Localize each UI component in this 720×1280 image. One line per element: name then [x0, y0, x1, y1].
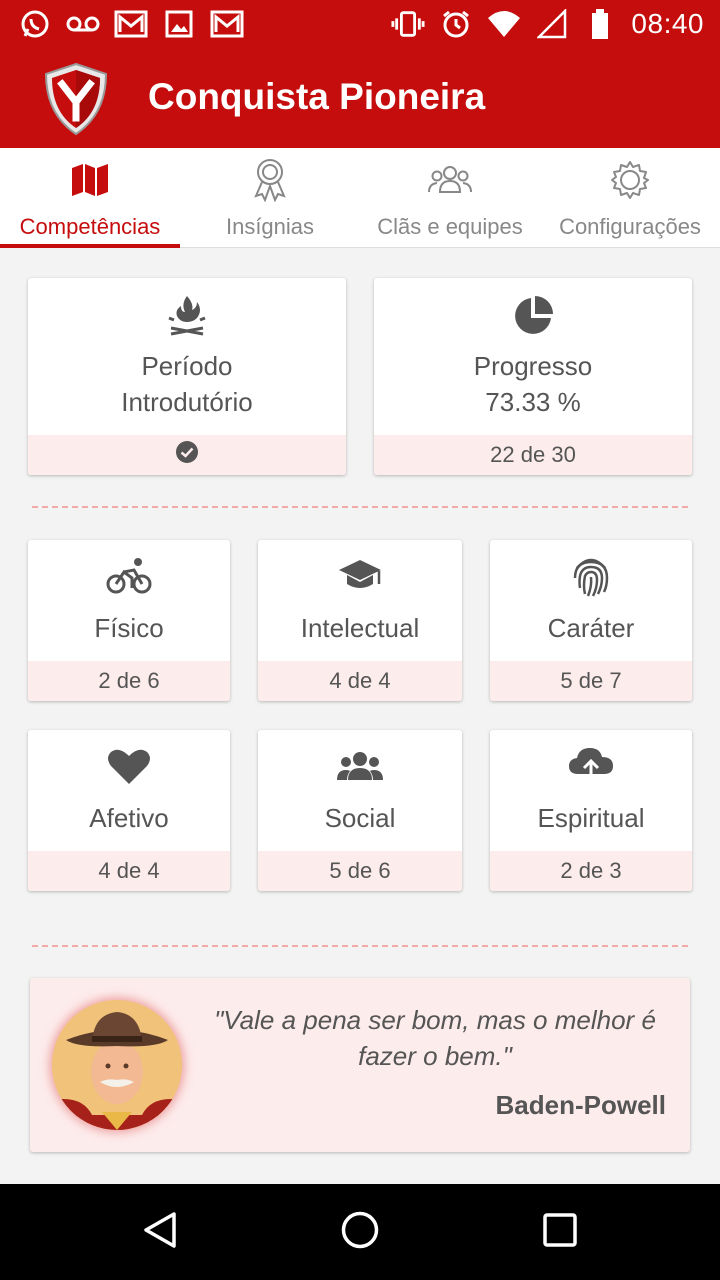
recents-button[interactable] [540, 1212, 580, 1252]
tab-indicator [0, 244, 180, 248]
recents-square-icon [542, 1212, 578, 1253]
period-footer [28, 435, 346, 475]
group-icon [360, 158, 540, 202]
status-bar: 08:40 [0, 0, 720, 50]
map-icon [0, 158, 180, 202]
app-toolbar: Conquista Pioneira [0, 50, 720, 148]
section-divider [32, 945, 688, 947]
home-circle-icon [340, 1210, 380, 1255]
area-name: Social [324, 803, 396, 833]
tab-bar: Competências Insígnias Clãs e equipes Co… [0, 148, 720, 248]
gear-icon [540, 158, 720, 202]
vibrate-icon [391, 7, 425, 41]
area-count: 5 de 7 [490, 661, 692, 701]
area-card-afetivo[interactable]: Afetivo 4 de 4 [28, 730, 230, 891]
back-triangle-icon [142, 1210, 178, 1255]
area-count: 2 de 3 [490, 851, 692, 891]
progress-count: 22 de 30 [490, 442, 576, 467]
area-name: Físico [94, 613, 164, 643]
quote-card: "Vale a pena ser bom, mas o melhor é faz… [30, 978, 690, 1152]
area-count: 5 de 6 [258, 851, 462, 891]
back-button[interactable] [140, 1210, 180, 1255]
quote-author: Baden-Powell [495, 1090, 666, 1120]
tab-clas-equipes[interactable]: Clãs e equipes [360, 148, 540, 248]
battery-icon [583, 7, 617, 41]
quote-text: "Vale a pena ser bom, mas o melhor é faz… [214, 1005, 656, 1071]
area-name: Caráter [547, 613, 635, 643]
area-count: 4 de 4 [258, 661, 462, 701]
period-card[interactable]: Período Introdutório [28, 278, 346, 475]
baden-powell-avatar [52, 1000, 182, 1130]
area-card-fisico[interactable]: Físico 2 de 6 [28, 540, 230, 701]
alarm-icon [439, 7, 473, 41]
tab-configuracoes[interactable]: Configurações [540, 148, 720, 248]
area-count: 4 de 4 [28, 851, 230, 891]
pie-chart-icon [374, 294, 692, 338]
voicemail-icon [66, 7, 100, 41]
area-card-intelectual[interactable]: Intelectual 4 de 4 [258, 540, 462, 701]
section-divider [32, 506, 688, 508]
heart-icon [28, 748, 230, 786]
period-title-line1: Período [141, 351, 233, 381]
area-name: Afetivo [89, 803, 169, 833]
area-name: Intelectual [300, 613, 420, 643]
area-card-social[interactable]: Social 5 de 6 [258, 730, 462, 891]
bicycle-icon [28, 556, 230, 596]
campfire-icon [28, 294, 346, 336]
signal-icon [535, 7, 569, 41]
users-icon [258, 750, 462, 782]
system-nav-bar [0, 1184, 720, 1280]
area-name: Espiritual [537, 803, 645, 833]
fingerprint-icon [490, 554, 692, 598]
gmail-icon [114, 7, 148, 41]
progress-label: Progresso [473, 351, 593, 381]
progress-value: 73.33 % [485, 387, 581, 417]
home-button[interactable] [340, 1210, 380, 1255]
whatsapp-icon [18, 7, 52, 41]
tab-competencias[interactable]: Competências [0, 148, 180, 248]
cloud-upload-icon [490, 746, 692, 784]
area-card-carater[interactable]: Caráter 5 de 7 [490, 540, 692, 701]
gmail-icon [210, 7, 244, 41]
area-count: 2 de 6 [28, 661, 230, 701]
image-icon [162, 7, 196, 41]
progress-footer: 22 de 30 [374, 435, 692, 475]
period-title-line2: Introdutório [121, 387, 253, 417]
tab-insignias[interactable]: Insígnias [180, 148, 360, 248]
clock: 08:40 [631, 8, 704, 39]
graduation-cap-icon [258, 556, 462, 594]
progress-card[interactable]: Progresso 73.33 % 22 de 30 [374, 278, 692, 475]
badge-icon [180, 158, 360, 202]
check-circle-icon [175, 440, 199, 470]
area-card-espiritual[interactable]: Espiritual 2 de 3 [490, 730, 692, 891]
app-logo [42, 62, 110, 136]
wifi-icon [487, 7, 521, 41]
app-title: Conquista Pioneira [148, 76, 486, 117]
